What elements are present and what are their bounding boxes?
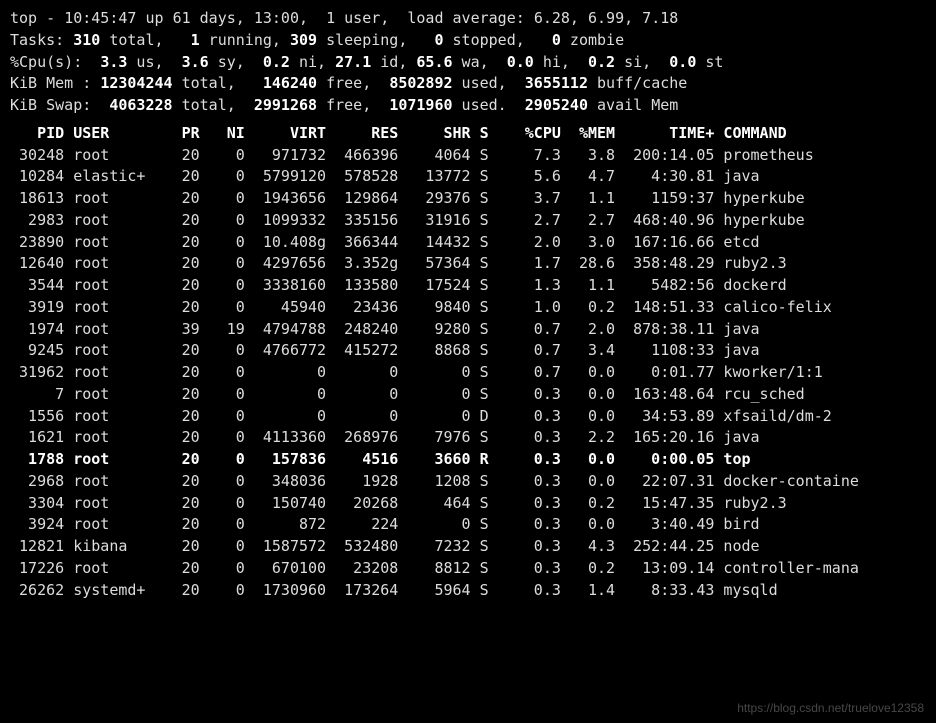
process-row: 26262 systemd+ 20 0 1730960 173264 5964 … [10, 580, 926, 602]
process-table-body: 30248 root 20 0 971732 466396 4064 S 7.3… [10, 145, 926, 602]
summary-mem: KiB Mem : 12304244 total, 146240 free, 8… [10, 73, 926, 95]
process-row: 31962 root 20 0 0 0 0 S 0.7 0.0 0:01.77 … [10, 362, 926, 384]
process-row: 3919 root 20 0 45940 23436 9840 S 1.0 0.… [10, 297, 926, 319]
process-row: 10284 elastic+ 20 0 5799120 578528 13772… [10, 166, 926, 188]
process-row: 1556 root 20 0 0 0 0 D 0.3 0.0 34:53.89 … [10, 406, 926, 428]
process-row: 3304 root 20 0 150740 20268 464 S 0.3 0.… [10, 493, 926, 515]
summary-cpu: %Cpu(s): 3.3 us, 3.6 sy, 0.2 ni, 27.1 id… [10, 52, 926, 74]
process-row: 9245 root 20 0 4766772 415272 8868 S 0.7… [10, 340, 926, 362]
process-row: 2983 root 20 0 1099332 335156 31916 S 2.… [10, 210, 926, 232]
terminal-output: top - 10:45:47 up 61 days, 13:00, 1 user… [0, 0, 936, 609]
process-table-header: PID USER PR NI VIRT RES SHR S %CPU %MEM … [10, 123, 926, 145]
process-row: 12640 root 20 0 4297656 3.352g 57364 S 1… [10, 253, 926, 275]
process-row: 3544 root 20 0 3338160 133580 17524 S 1.… [10, 275, 926, 297]
process-row: 23890 root 20 0 10.408g 366344 14432 S 2… [10, 232, 926, 254]
process-row: 7 root 20 0 0 0 0 S 0.3 0.0 163:48.64 rc… [10, 384, 926, 406]
summary-swap: KiB Swap: 4063228 total, 2991268 free, 1… [10, 95, 926, 117]
process-row: 17226 root 20 0 670100 23208 8812 S 0.3 … [10, 558, 926, 580]
summary-tasks: Tasks: 310 total, 1 running, 309 sleepin… [10, 30, 926, 52]
process-row: 12821 kibana 20 0 1587572 532480 7232 S … [10, 536, 926, 558]
watermark-text: https://blog.csdn.net/truelove12358 [737, 700, 924, 717]
process-row: 18613 root 20 0 1943656 129864 29376 S 3… [10, 188, 926, 210]
process-row: 1974 root 39 19 4794788 248240 9280 S 0.… [10, 319, 926, 341]
process-row: 3924 root 20 0 872 224 0 S 0.3 0.0 3:40.… [10, 514, 926, 536]
process-row: 1788 root 20 0 157836 4516 3660 R 0.3 0.… [10, 449, 926, 471]
process-row: 2968 root 20 0 348036 1928 1208 S 0.3 0.… [10, 471, 926, 493]
summary-uptime: top - 10:45:47 up 61 days, 13:00, 1 user… [10, 8, 926, 30]
process-row: 1621 root 20 0 4113360 268976 7976 S 0.3… [10, 427, 926, 449]
process-row: 30248 root 20 0 971732 466396 4064 S 7.3… [10, 145, 926, 167]
